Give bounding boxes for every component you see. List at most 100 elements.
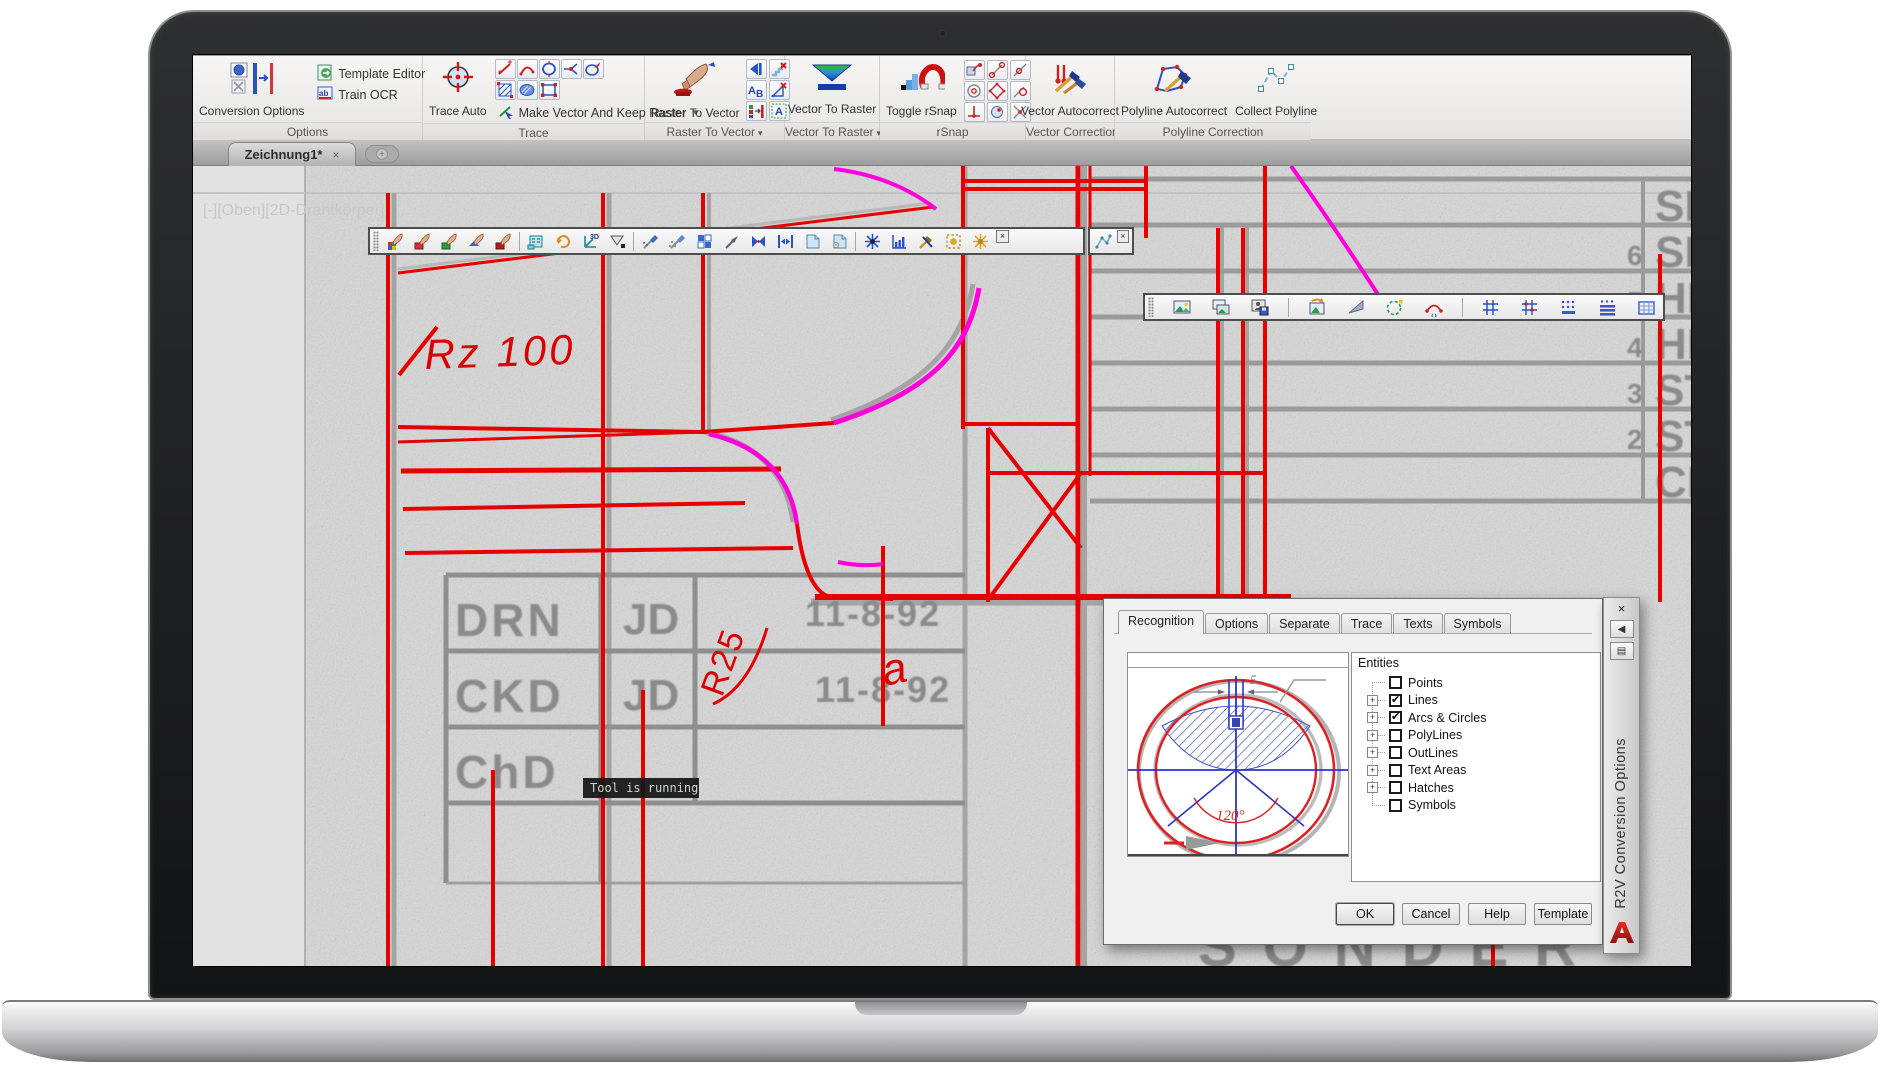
- expand-icon[interactable]: +: [1367, 747, 1378, 758]
- entity-row-arcs-circles[interactable]: +Arcs & Circles: [1358, 709, 1600, 727]
- checkbox-outlines[interactable]: [1389, 746, 1402, 759]
- document-tab[interactable]: Zeichnung1* ×: [228, 142, 356, 166]
- entity-row-lines[interactable]: +Lines: [1358, 692, 1600, 710]
- image-icon[interactable]: [1169, 296, 1195, 319]
- pennant-icon[interactable]: [1343, 296, 1369, 319]
- rsnap-perpendicular-button[interactable]: [964, 102, 985, 122]
- color-reduce-button[interactable]: [746, 101, 767, 121]
- fit-width-icon[interactable]: [772, 230, 798, 253]
- collect-polyline-button[interactable]: Collect Polyline: [1231, 59, 1321, 120]
- smooth-starburst-icon[interactable]: [859, 230, 885, 253]
- grid-wide-icon[interactable]: [1634, 296, 1660, 319]
- raster-pick-dark-icon[interactable]: [490, 230, 516, 253]
- skip-to-start-button[interactable]: [746, 59, 767, 79]
- tile-squares-icon[interactable]: [691, 230, 717, 253]
- trace-circle-button[interactable]: [539, 59, 560, 79]
- raster-edit-toolbar[interactable]: 3D ×: [368, 227, 1085, 255]
- entity-row-polylines[interactable]: +PolyLines: [1358, 727, 1600, 745]
- trace-hatch-ellipse-button[interactable]: [517, 80, 538, 100]
- rsnap-center-button[interactable]: [964, 81, 985, 101]
- raster-pick-blue-icon[interactable]: [463, 230, 489, 253]
- raster-rotate-icon[interactable]: [550, 230, 576, 253]
- toolbar-grip-handle[interactable]: [1148, 297, 1154, 317]
- tab-separate[interactable]: Separate: [1269, 613, 1340, 634]
- red-curve-icon[interactable]: [1421, 296, 1447, 319]
- tab-recognition[interactable]: Recognition: [1118, 610, 1204, 634]
- train-ocr-button[interactable]: ab Train OCR: [314, 84, 428, 105]
- toolbar-close-button[interactable]: ×: [1117, 230, 1129, 243]
- dashed-circle-icon[interactable]: [1382, 296, 1408, 319]
- raster-objects-icon[interactable]: [523, 230, 549, 253]
- polyline-autocorrect-button[interactable]: Polyline Autocorrect: [1117, 59, 1231, 120]
- clean-brush-icon[interactable]: [664, 230, 690, 253]
- rsnap-node-button[interactable]: [987, 102, 1008, 122]
- polyline-mini-toolbar[interactable]: ×: [1088, 227, 1134, 255]
- picker-arrow-icon[interactable]: [718, 230, 744, 253]
- checkbox-lines[interactable]: [1389, 694, 1402, 707]
- checkbox-symbols[interactable]: [1389, 799, 1402, 812]
- raster-pick-color-icon[interactable]: [382, 230, 408, 253]
- toggle-rsnap-button[interactable]: Toggle rSnap: [882, 59, 961, 120]
- group-label-vector-to-raster[interactable]: Vector To Raster▾: [785, 122, 879, 141]
- expand-icon[interactable]: +: [1367, 782, 1378, 793]
- template-editor-button[interactable]: Template Editor: [314, 63, 428, 84]
- histogram-icon[interactable]: [886, 230, 912, 253]
- grid-lines-icon[interactable]: [1478, 296, 1504, 319]
- rsnap-quadrant-button[interactable]: [987, 81, 1008, 101]
- raster-to-vector-button[interactable]: Raster To Vector: [647, 59, 744, 122]
- trace-arc-button[interactable]: [517, 59, 538, 79]
- auto-hide-icon[interactable]: ◀: [1610, 620, 1634, 638]
- expand-icon[interactable]: +: [1367, 765, 1378, 776]
- raster-3d-icon[interactable]: 3D: [577, 230, 603, 253]
- page-corner-icon[interactable]: [799, 230, 825, 253]
- entity-row-points[interactable]: +Points: [1358, 674, 1600, 692]
- vector-autocorrect-button[interactable]: Vector Autocorrect: [1017, 59, 1123, 120]
- rsnap-raster-button[interactable]: [964, 60, 985, 80]
- new-tab-button[interactable]: +: [365, 145, 399, 163]
- images-copy-icon[interactable]: [1208, 296, 1234, 319]
- image-tools-toolbar[interactable]: [1143, 293, 1665, 321]
- entity-row-symbols[interactable]: +Symbols: [1358, 797, 1600, 815]
- cancel-button[interactable]: Cancel: [1402, 903, 1460, 925]
- image-save-icon[interactable]: [1247, 296, 1273, 319]
- palette-close-icon[interactable]: ×: [1604, 601, 1639, 616]
- tab-trace[interactable]: Trace: [1341, 613, 1393, 634]
- polyline-tool-icon[interactable]: [1093, 230, 1114, 253]
- tab-options[interactable]: Options: [1205, 613, 1268, 634]
- group-label-raster-to-vector[interactable]: Raster To Vector▾: [645, 122, 784, 141]
- entity-row-hatches[interactable]: +Hatches: [1358, 779, 1600, 797]
- viewport-controls-label[interactable]: [-][Oben][2D-Drahtkörper]: [203, 202, 384, 219]
- sun-filter-icon[interactable]: [967, 230, 993, 253]
- close-icon[interactable]: ×: [333, 148, 340, 162]
- checkbox-text-areas[interactable]: [1389, 764, 1402, 777]
- rsnap-endpoint-button[interactable]: [987, 60, 1008, 80]
- checkbox-points[interactable]: [1389, 676, 1402, 689]
- tab-symbols[interactable]: Symbols: [1444, 613, 1512, 634]
- trace-hatch-rect-button[interactable]: [495, 80, 516, 100]
- raster-pick-green-icon[interactable]: [436, 230, 462, 253]
- checkbox-arcs-circles[interactable]: [1389, 711, 1402, 724]
- raster-filter-icon[interactable]: [604, 230, 630, 253]
- grid-snap-icon[interactable]: [1517, 296, 1543, 319]
- properties-menu-icon[interactable]: ▤: [1610, 642, 1634, 660]
- toolbar-grip-handle[interactable]: [373, 231, 379, 251]
- repair-tools-icon[interactable]: [913, 230, 939, 253]
- checkbox-polylines[interactable]: [1389, 729, 1402, 742]
- trace-rect-handles-button[interactable]: [539, 80, 560, 100]
- conversion-options-button[interactable]: Conversion Options: [195, 59, 308, 120]
- text-recognize-button[interactable]: AB: [746, 80, 767, 100]
- select-region-icon[interactable]: [940, 230, 966, 253]
- vector-to-raster-button[interactable]: Vector To Raster: [784, 59, 881, 118]
- raster-pick-red-icon[interactable]: [409, 230, 435, 253]
- ok-button[interactable]: OK: [1336, 903, 1394, 925]
- trace-circle-select-button[interactable]: [583, 59, 604, 79]
- toolbar-close-button[interactable]: ×: [996, 230, 1009, 243]
- trace-node-button[interactable]: [561, 59, 582, 79]
- entity-row-text-areas[interactable]: +Text Areas: [1358, 762, 1600, 780]
- expand-icon[interactable]: +: [1367, 730, 1378, 741]
- mirror-bowtie-icon[interactable]: [745, 230, 771, 253]
- trace-auto-button[interactable]: Trace Auto: [425, 59, 491, 120]
- help-button[interactable]: Help: [1468, 903, 1526, 925]
- tab-texts[interactable]: Texts: [1393, 613, 1442, 634]
- grid-dots-icon[interactable]: [1556, 296, 1582, 319]
